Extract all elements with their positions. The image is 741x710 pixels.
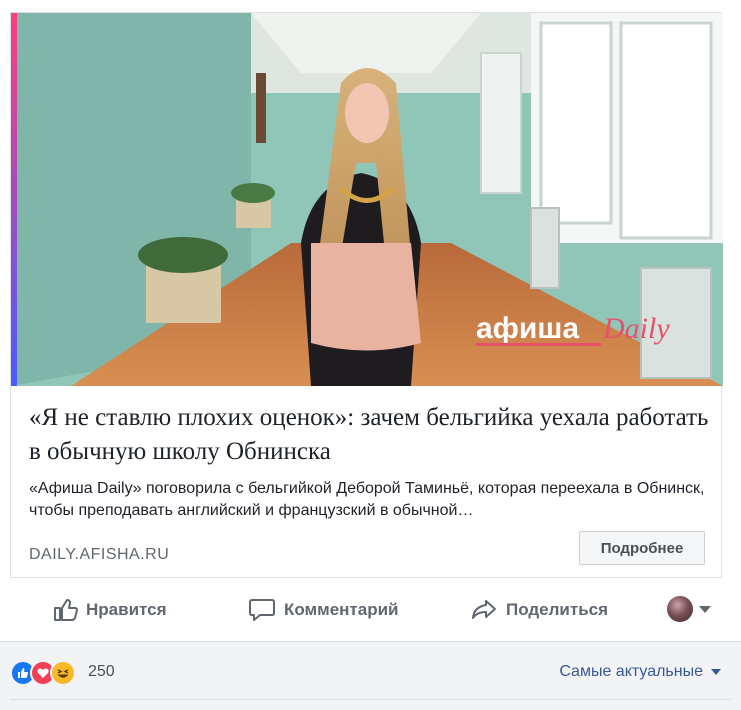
reaction-icons[interactable] <box>10 660 76 686</box>
article-image[interactable]: афиша Daily <box>11 13 723 386</box>
post-actions-bar: Нравится Комментарий Поделиться <box>0 584 741 636</box>
article-domain: DAILY.AFISHA.RU <box>29 546 170 563</box>
reaction-count[interactable]: 250 <box>88 663 115 681</box>
svg-text:Daily: Daily <box>602 312 670 345</box>
comment-sort-dropdown[interactable]: Самые актуальные <box>559 663 721 681</box>
article-headline[interactable]: «Я не ставлю плохих оценок»: зачем бельг… <box>29 401 709 469</box>
chevron-down-icon <box>699 605 711 613</box>
read-more-button[interactable]: Подробнее <box>579 531 705 565</box>
svg-text:афиша: афиша <box>476 312 579 345</box>
audience-selector[interactable] <box>667 596 711 622</box>
comment-label: Комментарий <box>284 600 399 619</box>
divider <box>10 699 731 700</box>
share-button[interactable]: Поделиться <box>470 584 608 636</box>
share-label: Поделиться <box>506 600 609 619</box>
article-description: «Афиша Daily» поговорила с бельгийкой Де… <box>29 480 705 519</box>
share-icon <box>472 600 496 619</box>
like-button[interactable]: Нравится <box>52 584 167 636</box>
like-label: Нравится <box>86 600 167 619</box>
comment-icon <box>249 599 275 621</box>
thumbs-up-icon <box>54 599 78 621</box>
chevron-down-icon <box>711 669 721 675</box>
sort-label: Самые актуальные <box>559 663 703 680</box>
comment-button[interactable]: Комментарий <box>248 584 398 636</box>
link-preview-card[interactable]: афиша Daily «Я не ставлю плохих оценок»:… <box>10 12 723 578</box>
reactions-bar: 250 Самые актуальные <box>0 641 741 710</box>
haha-icon <box>50 660 76 686</box>
article-photo: афиша Daily <box>11 13 723 386</box>
avatar <box>667 596 693 622</box>
